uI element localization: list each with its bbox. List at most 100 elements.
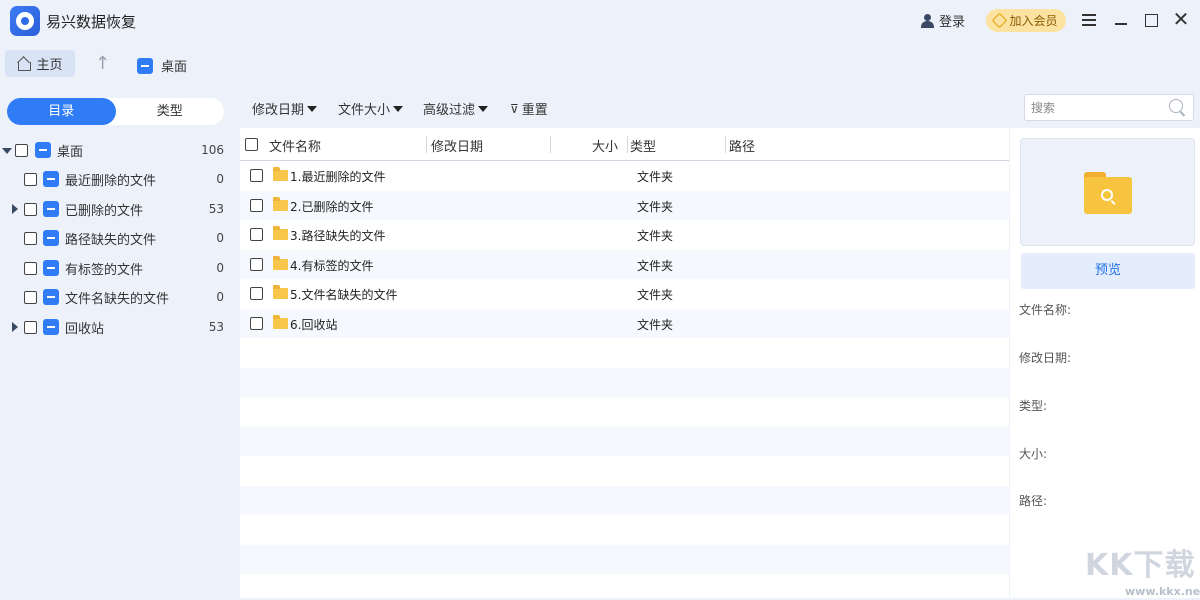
select-all-checkbox[interactable]: [245, 138, 258, 151]
tree-item-label: 路径缺失的文件: [65, 229, 156, 248]
column-divider[interactable]: [627, 136, 628, 153]
row-name: 6.回收站: [290, 316, 337, 333]
column-header-type[interactable]: 类型: [630, 136, 656, 155]
reset-filter-icon: ⊽: [510, 102, 519, 116]
tree-item-count: 0: [216, 172, 224, 186]
tab-directory[interactable]: 目录: [7, 98, 116, 125]
tree-item-count: 0: [216, 290, 224, 304]
minimize-icon[interactable]: [1111, 10, 1131, 30]
table-header: 文件名称 修改日期 大小 类型 路径: [240, 128, 1009, 161]
row-checkbox[interactable]: [250, 199, 263, 212]
login-label: 登录: [939, 11, 965, 30]
up-arrow-icon[interactable]: ↑: [95, 53, 110, 74]
row-name: 5.文件名缺失的文件: [290, 286, 397, 303]
tag-folder-icon: [43, 260, 59, 276]
meta-type-label: 类型:: [1019, 397, 1047, 414]
caret-right-icon[interactable]: [10, 204, 20, 214]
tree-item-tagged[interactable]: 有标签的文件 0: [0, 256, 236, 280]
column-divider[interactable]: [550, 136, 551, 153]
breadcrumb-label: 桌面: [161, 56, 187, 75]
vip-label: 加入会员: [1009, 12, 1057, 29]
login-button[interactable]: 登录: [921, 11, 965, 30]
watermark-logo: KK下载: [1085, 540, 1196, 584]
caret-down-icon[interactable]: [1, 145, 11, 155]
column-header-date[interactable]: 修改日期: [431, 136, 483, 155]
row-checkbox[interactable]: [250, 169, 263, 182]
empty-row: [240, 368, 1009, 398]
checkbox[interactable]: [24, 232, 37, 245]
table-row[interactable]: 5.文件名缺失的文件 文件夹: [240, 279, 1009, 309]
title-bar: 易兴数据恢复 登录 加入会员 ✕: [0, 0, 1200, 42]
row-type: 文件夹: [637, 227, 673, 244]
checkbox[interactable]: [24, 173, 37, 186]
table-row[interactable]: 1.最近删除的文件 文件夹: [240, 161, 1009, 191]
checkbox[interactable]: [24, 321, 37, 334]
meta-file-name-label: 文件名称:: [1019, 301, 1071, 318]
join-vip-button[interactable]: 加入会员: [986, 9, 1066, 32]
home-label: 主页: [36, 54, 62, 73]
user-icon: [921, 14, 935, 28]
filter-advanced[interactable]: 高级过滤: [423, 99, 488, 118]
menu-icon[interactable]: [1079, 10, 1099, 30]
tree-item-desktop[interactable]: 桌面 106: [0, 138, 236, 162]
table-row[interactable]: 2.已删除的文件 文件夹: [240, 191, 1009, 221]
table-row[interactable]: 4.有标签的文件 文件夹: [240, 250, 1009, 280]
reset-label: 重置: [522, 99, 548, 118]
row-checkbox[interactable]: [250, 317, 263, 330]
checkbox[interactable]: [24, 291, 37, 304]
search-icon[interactable]: [1169, 99, 1186, 116]
tree-item-recent-deleted[interactable]: 最近删除的文件 0: [0, 167, 236, 191]
checkbox[interactable]: [24, 262, 37, 275]
caret-right-icon[interactable]: [10, 322, 20, 332]
column-header-name[interactable]: 文件名称: [269, 136, 321, 155]
breadcrumb[interactable]: 桌面: [137, 56, 187, 75]
preview-button[interactable]: 预览: [1021, 253, 1195, 289]
tree-item-count: 106: [201, 143, 224, 157]
watermark-url: www.kkx.net: [1125, 585, 1200, 598]
folder-icon: [273, 259, 288, 270]
deleted-folder-icon: [43, 201, 59, 217]
row-type: 文件夹: [637, 286, 673, 303]
tree-item-label: 有标签的文件: [65, 259, 143, 278]
search-box[interactable]: [1024, 94, 1194, 121]
column-header-size[interactable]: 大小: [592, 136, 618, 155]
row-name: 3.路径缺失的文件: [290, 227, 385, 244]
table-row[interactable]: 3.路径缺失的文件 文件夹: [240, 220, 1009, 250]
row-checkbox[interactable]: [250, 258, 263, 271]
filter-modified-date[interactable]: 修改日期: [252, 99, 317, 118]
close-icon[interactable]: ✕: [1171, 10, 1191, 30]
reset-button[interactable]: ⊽ 重置: [510, 99, 548, 118]
diamond-icon: [992, 13, 1008, 29]
row-checkbox[interactable]: [250, 228, 263, 241]
tree-item-recycle-bin[interactable]: 回收站 53: [0, 315, 236, 339]
empty-row: [240, 456, 1009, 486]
tree-item-name-missing[interactable]: 文件名缺失的文件 0: [0, 285, 236, 309]
row-checkbox[interactable]: [250, 287, 263, 300]
meta-size-label: 大小:: [1019, 445, 1047, 462]
checkbox[interactable]: [24, 203, 37, 216]
dropdown-arrow-icon: [478, 106, 488, 112]
path-folder-icon: [43, 230, 59, 246]
row-type: 文件夹: [637, 168, 673, 185]
search-input[interactable]: [1025, 95, 1165, 120]
home-button[interactable]: 主页: [5, 50, 75, 77]
folder-icon: [273, 170, 288, 181]
tree-item-path-missing[interactable]: 路径缺失的文件 0: [0, 226, 236, 250]
tree-item-deleted[interactable]: 已删除的文件 53: [0, 197, 236, 221]
column-header-path[interactable]: 路径: [729, 136, 755, 155]
maximize-icon[interactable]: [1141, 10, 1161, 30]
empty-row: [240, 515, 1009, 545]
checkbox[interactable]: [15, 144, 28, 157]
tree-item-count: 53: [209, 202, 224, 216]
filter-label: 高级过滤: [423, 99, 475, 118]
tab-type[interactable]: 类型: [116, 98, 225, 125]
column-divider[interactable]: [725, 136, 726, 153]
column-divider[interactable]: [426, 136, 427, 153]
table-row[interactable]: 6.回收站 文件夹: [240, 309, 1009, 339]
filter-file-size[interactable]: 文件大小: [338, 99, 403, 118]
empty-row: [240, 545, 1009, 575]
name-folder-icon: [43, 289, 59, 305]
row-type: 文件夹: [637, 198, 673, 215]
sidebar: 目录 类型 桌面 106 最近删除的文件 0 已删除的文件 53 路径缺失的文件…: [0, 88, 236, 600]
app-title: 易兴数据恢复: [46, 11, 136, 32]
